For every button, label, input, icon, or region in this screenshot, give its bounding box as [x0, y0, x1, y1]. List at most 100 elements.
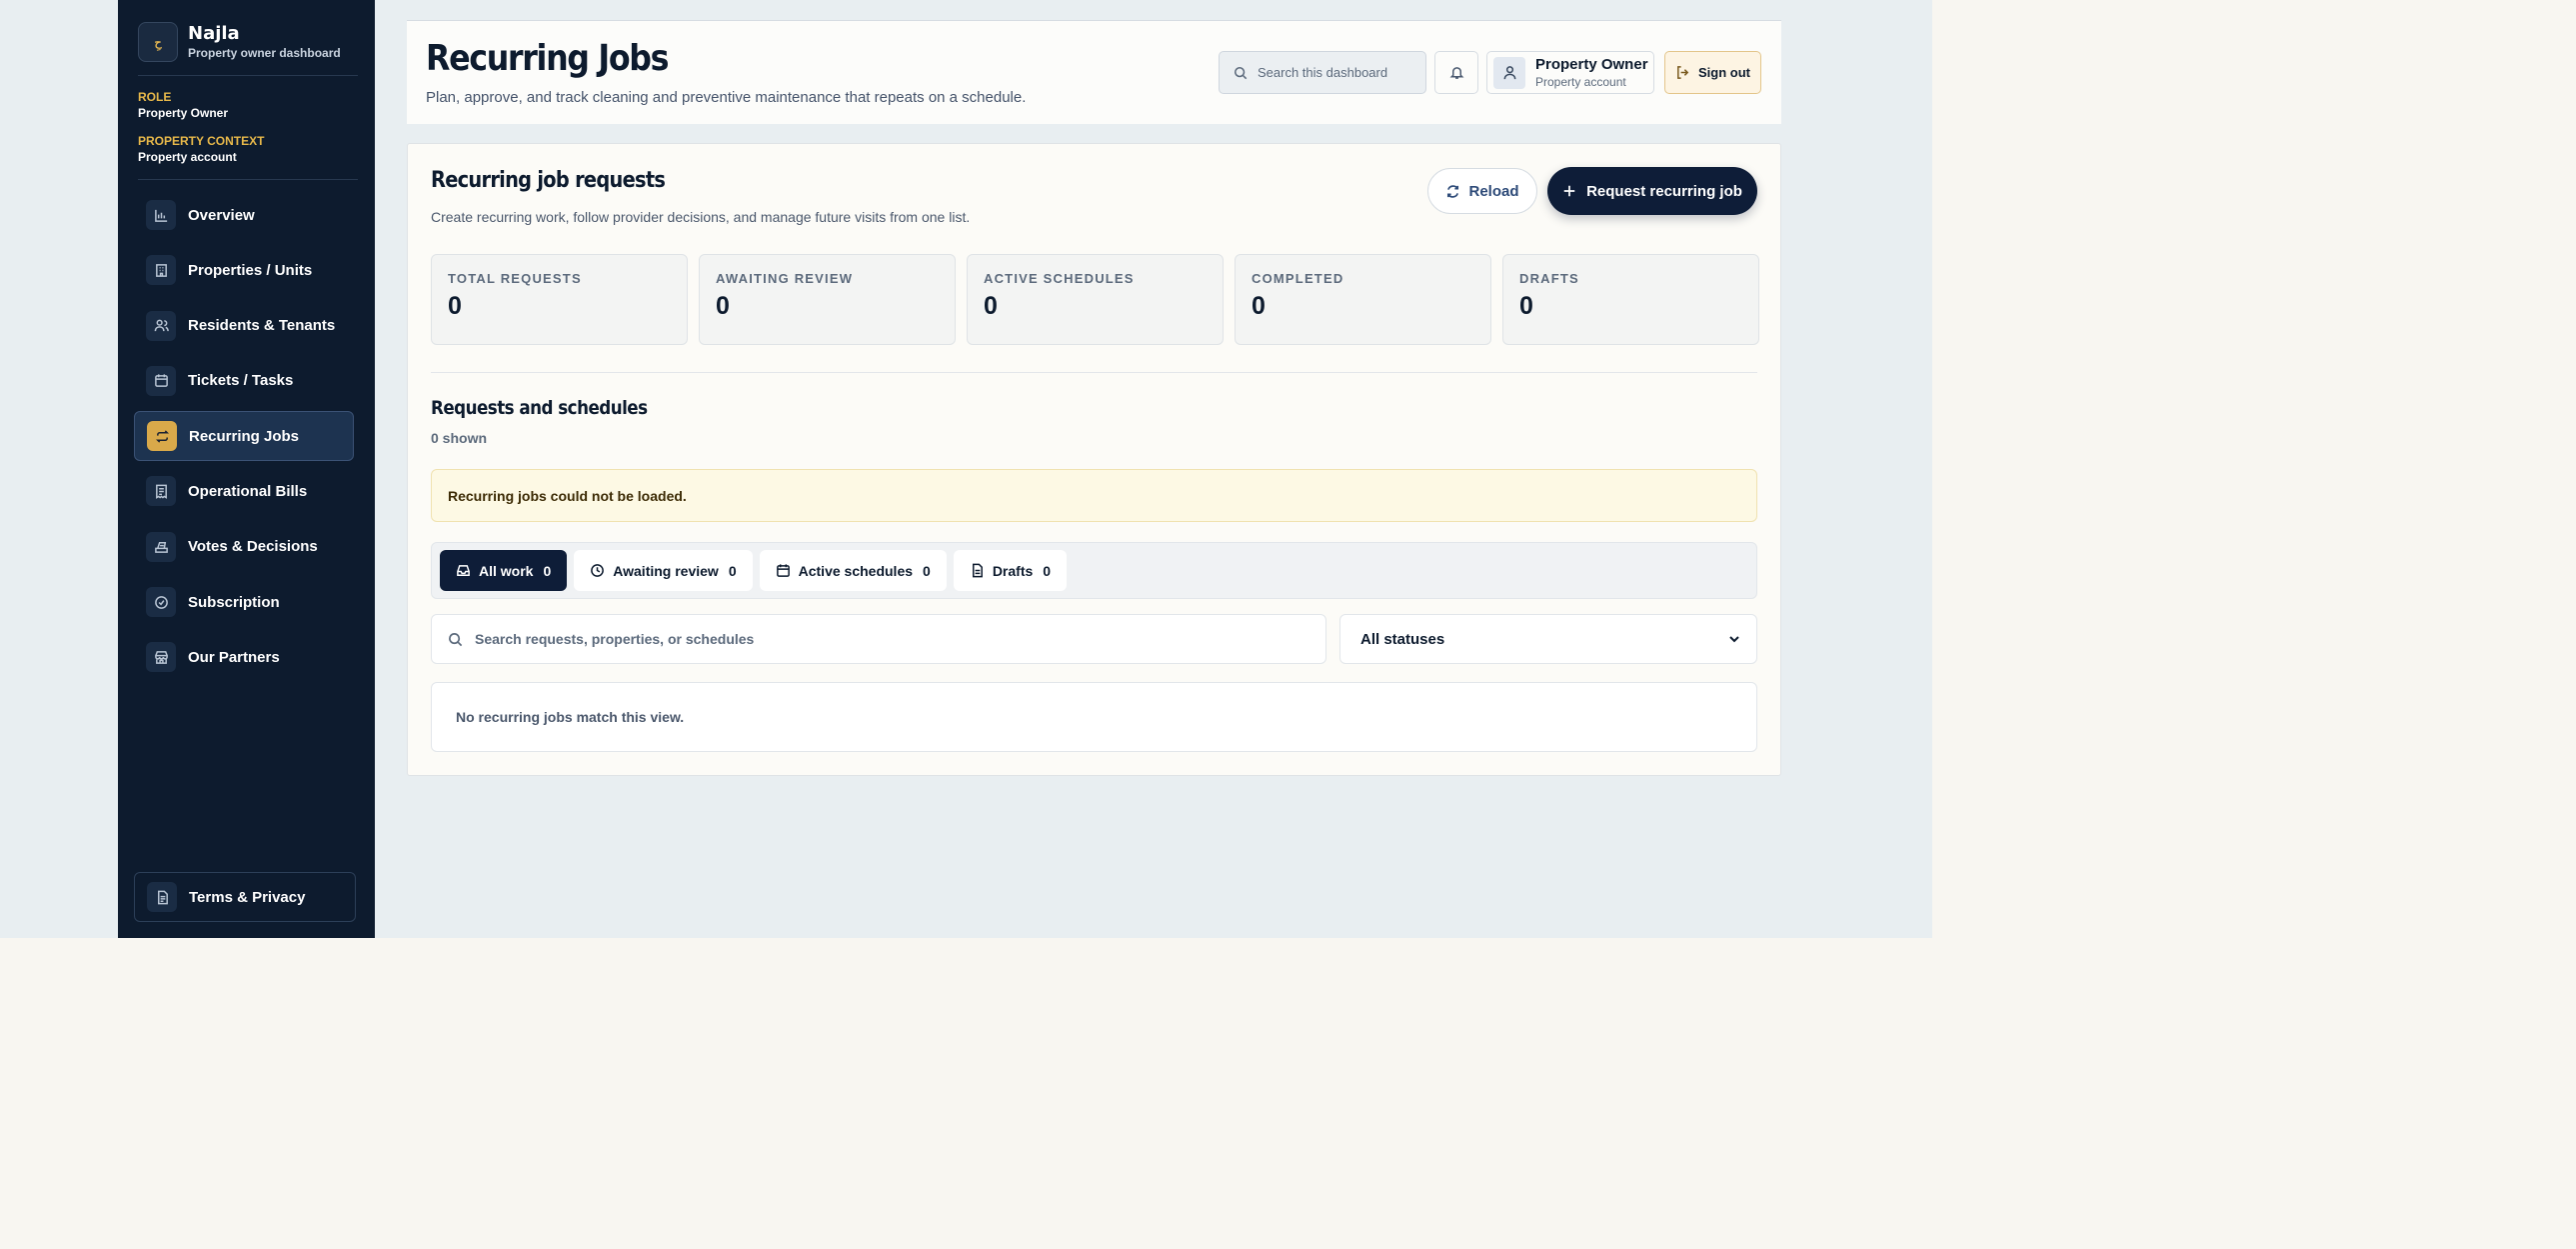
tab-all-work[interactable]: All work 0 [440, 550, 568, 591]
sidebar-item-overview[interactable]: Overview [134, 190, 354, 240]
sidebar-item-label: Our Partners [188, 648, 280, 666]
page-subtitle: Plan, approve, and track cleaning and pr… [426, 89, 1027, 106]
request-label: Request recurring job [1586, 182, 1742, 200]
bell-icon [1449, 67, 1463, 79]
repeat-icon [147, 421, 177, 452]
request-recurring-job-button[interactable]: Request recurring job [1547, 167, 1757, 215]
page-header: Recurring Jobs Plan, approve, and track … [407, 20, 1781, 124]
recurring-jobs-panel: Recurring job requests Create recurring … [407, 143, 1781, 776]
tab-count: 0 [923, 562, 931, 579]
users-icon [146, 310, 176, 341]
dashboard-search-input[interactable]: Search this dashboard [1219, 51, 1426, 94]
clock-icon [591, 564, 605, 577]
filter-tabs: All work 0 Awaiting review 0 Active sche… [431, 542, 1757, 599]
terms-privacy-link[interactable]: Terms & Privacy [134, 872, 356, 922]
stat-value: 0 [984, 292, 998, 320]
sidebar-item-label: Residents & Tenants [188, 317, 336, 335]
sidebar-item-label: Overview [188, 206, 255, 224]
page-title: Recurring Jobs [426, 38, 670, 79]
user-icon [1503, 66, 1515, 80]
divider [431, 372, 1757, 373]
terms-label: Terms & Privacy [189, 888, 306, 906]
list-title: Requests and schedules [431, 397, 648, 419]
search-icon [1234, 66, 1248, 79]
tab-active-schedules[interactable]: Active schedules 0 [759, 550, 947, 591]
stat-label: TOTAL REQUESTS [448, 271, 582, 286]
store-icon [146, 642, 176, 673]
sign-out-button[interactable]: Sign out [1664, 51, 1761, 94]
requests-search-input[interactable]: Search requests, properties, or schedule… [431, 614, 1326, 664]
role-value: Property Owner [138, 106, 229, 120]
sidebar-item-recurring-jobs[interactable]: Recurring Jobs [134, 411, 354, 462]
user-name: Property Owner [1535, 56, 1648, 73]
stat-value: 0 [1252, 292, 1266, 320]
sidebar-item-partners[interactable]: Our Partners [134, 632, 354, 682]
search-placeholder: Search this dashboard [1258, 65, 1388, 80]
stat-label: COMPLETED [1252, 271, 1344, 286]
refresh-icon [1447, 184, 1459, 198]
search-icon [449, 632, 463, 646]
tab-label: All work [479, 562, 534, 579]
user-menu[interactable]: Property Owner Property account [1486, 51, 1654, 94]
brand-subtitle: Property owner dashboard [188, 46, 341, 60]
brand-logo: حِ [138, 22, 178, 62]
sidebar-item-label: Subscription [188, 593, 280, 611]
sign-out-icon [1677, 66, 1689, 79]
property-context-label: PROPERTY CONTEXT [138, 134, 265, 148]
tab-count: 0 [1043, 562, 1052, 579]
chart-icon [146, 200, 176, 230]
calendar-icon [146, 365, 176, 396]
inbox-icon [457, 565, 470, 576]
role-context: ROLE Property Owner PROPERTY CONTEXT Pro… [138, 89, 264, 165]
tab-label: Drafts [992, 562, 1034, 579]
tab-label: Active schedules [798, 562, 914, 579]
tab-label: Awaiting review [613, 562, 719, 579]
search-placeholder: Search requests, properties, or schedule… [475, 631, 755, 647]
stat-drafts: DRAFTS 0 [1502, 254, 1759, 345]
stat-value: 0 [448, 292, 462, 320]
app-viewport: حِ Najla Property owner dashboard ROLE P… [0, 0, 1932, 938]
stat-value: 0 [1519, 292, 1533, 320]
sidebar-item-label: Operational Bills [188, 482, 308, 500]
stat-value: 0 [716, 292, 730, 320]
stat-label: AWAITING REVIEW [716, 271, 854, 286]
sidebar-item-tickets[interactable]: Tickets / Tasks [134, 356, 354, 406]
sidebar-item-label: Recurring Jobs [189, 427, 300, 445]
list-count: 0 shown [431, 430, 488, 446]
divider [138, 75, 358, 76]
tab-count: 0 [543, 562, 552, 579]
building-icon [146, 255, 176, 286]
sidebar-item-properties[interactable]: Properties / Units [134, 245, 354, 295]
sidebar-item-subscription[interactable]: Subscription [134, 577, 354, 627]
calendar-icon [776, 564, 790, 577]
property-context-value: Property account [138, 150, 237, 164]
empty-state: No recurring jobs match this view. [431, 682, 1757, 752]
tab-count: 0 [728, 562, 737, 579]
sidebar-item-residents[interactable]: Residents & Tenants [134, 301, 354, 351]
document-icon [147, 882, 177, 912]
check-circle-icon [146, 587, 176, 618]
sidebar-nav: Overview Properties / Units Residents & … [134, 190, 354, 688]
reload-button[interactable]: Reload [1427, 168, 1537, 214]
sign-out-label: Sign out [1698, 65, 1750, 80]
sidebar-item-label: Votes & Decisions [188, 538, 318, 556]
section-description: Create recurring work, follow provider d… [431, 209, 971, 225]
sidebar-item-label: Tickets / Tasks [188, 372, 294, 390]
stat-total-requests: TOTAL REQUESTS 0 [431, 254, 688, 345]
brand: حِ Najla Property owner dashboard [138, 22, 341, 62]
brand-name: Najla [188, 23, 240, 44]
sidebar-item-label: Properties / Units [188, 261, 313, 279]
plus-icon [1563, 185, 1575, 197]
tab-drafts[interactable]: Drafts 0 [953, 550, 1068, 591]
sidebar-item-operational-bills[interactable]: Operational Bills [134, 466, 354, 516]
divider [138, 179, 358, 180]
vote-icon [146, 531, 176, 562]
tab-awaiting-review[interactable]: Awaiting review 0 [574, 550, 753, 591]
sidebar: حِ Najla Property owner dashboard ROLE P… [118, 0, 375, 938]
reload-label: Reload [1468, 182, 1519, 200]
status-filter-select[interactable]: All statuses [1339, 614, 1757, 664]
stat-label: DRAFTS [1519, 271, 1579, 286]
sidebar-item-votes[interactable]: Votes & Decisions [134, 522, 354, 572]
notifications-button[interactable] [1434, 51, 1478, 94]
receipt-icon [146, 476, 176, 507]
